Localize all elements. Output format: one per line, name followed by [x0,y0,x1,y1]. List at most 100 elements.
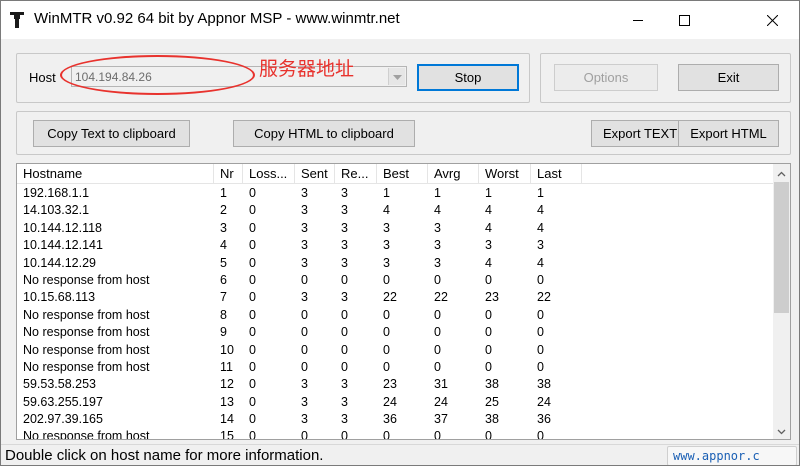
column-header-best[interactable]: Best [377,164,428,184]
cell-last: 0 [537,359,544,374]
table-row[interactable]: No response from host 6 0 0 0 0 0 0 0 [17,272,774,289]
cell-avrg: 0 [434,272,441,287]
status-text: Double click on host name for more infor… [5,447,324,464]
title-bar[interactable]: WinMTR v0.92 64 bit by Appnor MSP - www.… [1,1,799,39]
column-header-loss[interactable]: Loss... [243,164,295,184]
cell-hostname[interactable]: No response from host [17,324,214,341]
vertical-scrollbar[interactable] [773,164,790,439]
column-header-sent[interactable]: Sent [295,164,335,184]
cell-worst: 25 [485,394,499,409]
cell-sent: 3 [301,220,308,235]
table-row[interactable]: No response from host 9 0 0 0 0 0 0 0 [17,324,774,341]
export-text-button[interactable]: Export TEXT [591,120,689,147]
table-row[interactable]: 59.63.255.197 13 0 3 3 24 24 25 24 [17,394,774,411]
table-row[interactable]: 59.53.58.253 12 0 3 3 23 31 38 38 [17,376,774,393]
exit-button[interactable]: Exit [678,64,779,91]
cell-sent: 3 [301,412,308,427]
table-row[interactable]: 10.15.68.113 7 0 3 3 22 22 23 22 [17,289,774,306]
cell-avrg: 31 [434,377,448,392]
cell-best: 24 [383,394,397,409]
table-row[interactable]: 10.144.12.141 4 0 3 3 3 3 3 3 [17,237,774,254]
minimize-button[interactable] [615,1,661,39]
column-header-recv[interactable]: Re... [335,164,377,184]
cell-hostname[interactable]: 10.15.68.113 [17,289,214,306]
appnor-link[interactable]: www.appnor.c [667,446,797,465]
cell-last: 4 [537,203,544,218]
column-header-nr[interactable]: Nr [214,164,243,184]
scrollbar-thumb[interactable] [774,182,789,313]
cell-hostname[interactable]: 192.168.1.1 [17,185,214,202]
cell-recv: 0 [341,272,348,287]
cell-last: 0 [537,342,544,357]
cell-last: 0 [537,272,544,287]
server-address-annotation: 服务器地址 [259,58,355,80]
cell-hostname[interactable]: No response from host [17,307,214,324]
cell-loss: 0 [249,342,256,357]
column-header-avrg[interactable]: Avrg [428,164,479,184]
cell-best: 22 [383,290,397,305]
close-button[interactable] [749,1,795,39]
cell-hostname[interactable]: 14.103.32.1 [17,202,214,219]
cell-best: 3 [383,238,390,253]
table-row[interactable]: No response from host 11 0 0 0 0 0 0 0 [17,359,774,376]
scroll-up-button[interactable] [773,164,790,181]
table-row[interactable]: No response from host 15 0 0 0 0 0 0 0 [17,428,774,440]
cell-avrg: 0 [434,307,441,322]
cell-recv: 0 [341,359,348,374]
trace-results-table[interactable]: Hostname Nr Loss... Sent Re... Best Avrg… [16,163,791,440]
cell-best: 0 [383,307,390,322]
cell-hostname[interactable]: No response from host [17,342,214,359]
stop-button[interactable]: Stop [417,64,519,91]
cell-nr: 4 [220,238,227,253]
cell-best: 3 [383,220,390,235]
cell-hostname[interactable]: No response from host [17,272,214,289]
cell-nr: 13 [220,394,234,409]
cell-recv: 3 [341,377,348,392]
cell-loss: 0 [249,238,256,253]
cell-hostname[interactable]: 10.144.12.29 [17,255,214,272]
cell-sent: 3 [301,186,308,200]
scroll-down-button[interactable] [773,422,790,439]
cell-hostname[interactable]: No response from host [17,428,214,439]
table-row[interactable]: 10.144.12.118 3 0 3 3 3 3 4 4 [17,220,774,237]
cell-hostname[interactable]: No response from host [17,359,214,376]
table-row[interactable]: No response from host 8 0 0 0 0 0 0 0 [17,307,774,324]
cell-hostname[interactable]: 10.144.12.141 [17,237,214,254]
cell-best: 4 [383,203,390,218]
cell-recv: 3 [341,186,348,200]
combo-dropdown-button[interactable] [388,68,405,85]
table-row[interactable]: 202.97.39.165 14 0 3 3 36 37 38 36 [17,411,774,428]
cell-hostname[interactable]: 59.53.58.253 [17,376,214,393]
export-html-button[interactable]: Export HTML [678,120,779,147]
cell-avrg: 0 [434,429,441,440]
cell-avrg: 22 [434,290,448,305]
copy-text-button[interactable]: Copy Text to clipboard [33,120,190,147]
options-button[interactable]: Options [554,64,658,91]
cell-avrg: 3 [434,238,441,253]
column-header-last[interactable]: Last [531,164,582,184]
column-header-worst[interactable]: Worst [479,164,531,184]
column-header-hostname[interactable]: Hostname [17,164,214,184]
table-row[interactable]: 14.103.32.1 2 0 3 3 4 4 4 4 [17,202,774,219]
cell-hostname[interactable]: 202.97.39.165 [17,411,214,428]
cell-sent: 0 [301,307,308,322]
host-combobox[interactable] [71,66,407,87]
cell-nr: 6 [220,272,227,287]
table-row[interactable]: No response from host 10 0 0 0 0 0 0 0 [17,342,774,359]
cell-best: 0 [383,342,390,357]
cell-last: 1 [537,186,544,200]
copy-html-button[interactable]: Copy HTML to clipboard [233,120,415,147]
cell-nr: 8 [220,307,227,322]
cell-hostname[interactable]: 10.144.12.118 [17,220,214,237]
cell-recv: 3 [341,220,348,235]
cell-loss: 0 [249,429,256,440]
cell-avrg: 0 [434,359,441,374]
cell-sent: 3 [301,290,308,305]
maximize-button[interactable] [661,1,707,39]
cell-hostname[interactable]: 59.63.255.197 [17,394,214,411]
cell-avrg: 1 [434,186,441,200]
cell-sent: 3 [301,203,308,218]
cell-sent: 3 [301,394,308,409]
table-row[interactable]: 192.168.1.1 1 0 3 3 1 1 1 1 [17,185,774,202]
table-row[interactable]: 10.144.12.29 5 0 3 3 3 3 4 4 [17,255,774,272]
